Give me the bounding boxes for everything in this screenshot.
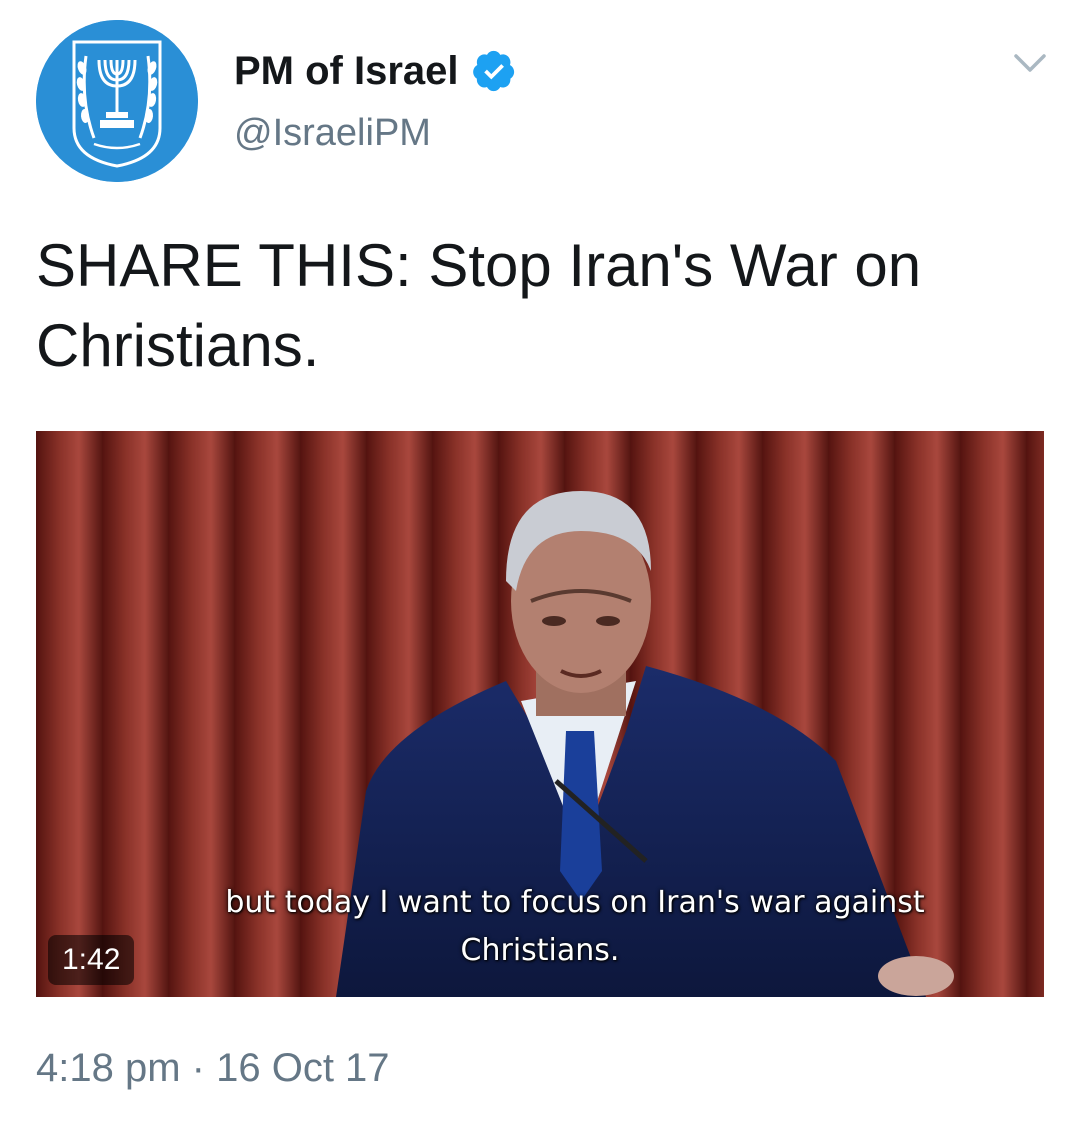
account-handle[interactable]: @IsraeliPM — [234, 112, 431, 155]
tweet-timestamp[interactable]: 4:18 pm · 16 Oct 17 — [36, 1046, 390, 1091]
tweet-text: SHARE THIS: Stop Iran's War on Christian… — [36, 232, 922, 379]
timestamp-separator: · — [191, 1046, 205, 1090]
display-name-text: PM of Israel — [234, 48, 459, 93]
tweet-date: 16 Oct 17 — [216, 1046, 390, 1090]
video-subtitle: but today I want to focus on Iran's war … — [36, 879, 1044, 975]
video-player[interactable]: but today I want to focus on Iran's war … — [36, 431, 1044, 997]
chevron-down-icon[interactable] — [1010, 48, 1050, 80]
video-duration-badge: 1:42 — [48, 935, 135, 985]
avatar[interactable] — [36, 20, 198, 182]
israel-emblem-icon — [36, 20, 198, 182]
subtitle-line: but today I want to focus on Iran's war … — [225, 885, 925, 920]
verified-badge-icon — [472, 50, 514, 92]
tweet-card: PM of Israel @IsraeliPM SHARE THIS: Stop… — [0, 0, 1080, 1128]
display-name[interactable]: PM of Israel — [234, 48, 517, 94]
tweet-time: 4:18 pm — [36, 1046, 181, 1090]
subtitle-line: Christians. — [460, 933, 620, 968]
